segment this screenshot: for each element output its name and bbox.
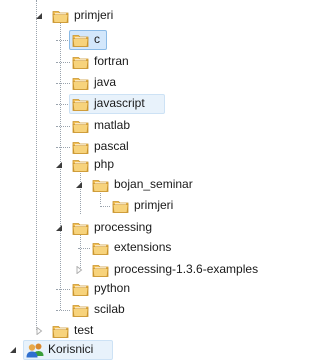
expand-toggle[interactable] <box>74 265 84 275</box>
folder-icon <box>72 223 89 235</box>
folder-icon <box>72 35 89 47</box>
tree-node-label: fortran <box>94 54 129 68</box>
collapse-toggle[interactable] <box>54 160 64 170</box>
collapse-toggle[interactable] <box>34 11 44 21</box>
tree-node[interactable]: pascal <box>0 137 281 157</box>
folder-icon <box>72 157 90 173</box>
folder-icon <box>72 118 90 134</box>
folder-tree: primjeri c fortran java javascript matlab pasc… <box>0 0 281 360</box>
folder-icon <box>72 96 90 112</box>
folder-icon <box>72 32 90 48</box>
tree-node[interactable]: primjeri <box>0 6 281 26</box>
collapse-toggle[interactable] <box>74 180 84 190</box>
folder-icon <box>72 302 90 318</box>
tree-node[interactable]: matlab <box>0 116 281 136</box>
collapsed-triangle-icon <box>36 327 43 335</box>
folder-icon <box>72 75 90 91</box>
tree-node[interactable]: Korisnici <box>0 340 281 360</box>
folder-icon <box>52 11 69 23</box>
tree-node-label: pascal <box>94 139 129 153</box>
tree-node[interactable]: scilab <box>0 300 281 320</box>
folder-icon <box>72 78 89 90</box>
folder-icon <box>72 99 89 111</box>
tree-node-label: extensions <box>114 240 172 254</box>
tree-node-label: c <box>94 32 100 46</box>
users-icon <box>26 342 44 358</box>
folder-icon <box>72 220 90 236</box>
expanded-triangle-icon <box>56 162 62 168</box>
folder-icon <box>72 160 89 172</box>
tree-node[interactable]: c <box>0 30 281 50</box>
expanded-triangle-icon <box>76 182 82 188</box>
folder-icon <box>52 8 70 24</box>
folder-icon <box>92 177 110 193</box>
tree-node-label: bojan_seminar <box>114 177 193 191</box>
folder-icon <box>92 180 109 192</box>
expanded-triangle-icon <box>36 13 42 19</box>
folder-icon <box>72 281 90 297</box>
folder-icon <box>92 265 109 277</box>
folder-icon <box>52 323 70 339</box>
tree-node-label: python <box>94 281 131 295</box>
tree-node-label: java <box>94 75 117 89</box>
tree-node-label: processing <box>94 220 153 234</box>
tree-node-label: javascript <box>94 96 145 110</box>
tree-node-label: test <box>74 323 94 337</box>
folder-icon <box>72 284 89 296</box>
tree-node-label: primjeri <box>74 8 114 22</box>
folder-icon <box>92 262 110 278</box>
tree-node[interactable]: processing-1.3.6-examples <box>0 260 281 280</box>
tree-node[interactable]: fortran <box>0 52 281 72</box>
tree-node-label: scilab <box>94 302 125 316</box>
expanded-triangle-icon <box>10 347 16 353</box>
tree-node[interactable]: javascript <box>0 94 281 114</box>
folder-icon <box>72 57 89 69</box>
tree-node[interactable]: java <box>0 73 281 93</box>
folder-icon <box>52 326 69 338</box>
tree-node[interactable]: processing <box>0 218 281 238</box>
expanded-triangle-icon <box>56 225 62 231</box>
collapsed-triangle-icon <box>76 266 83 274</box>
tree-node[interactable]: test <box>0 321 281 341</box>
folder-icon <box>92 243 109 255</box>
collapse-toggle[interactable] <box>54 223 64 233</box>
tree-node-label: Korisnici <box>48 342 94 356</box>
expand-toggle[interactable] <box>34 326 44 336</box>
tree-node[interactable]: extensions <box>0 238 281 258</box>
folder-icon <box>112 201 129 213</box>
tree-node[interactable]: python <box>0 279 281 299</box>
folder-icon <box>72 139 90 155</box>
folder-icon <box>92 240 110 256</box>
folder-icon <box>72 121 89 133</box>
folder-icon <box>72 54 90 70</box>
tree-node[interactable]: php <box>0 155 281 175</box>
users-icon <box>26 343 44 358</box>
folder-icon <box>112 198 130 214</box>
tree-node[interactable]: bojan_seminar <box>0 175 281 195</box>
tree-node[interactable]: primjeri <box>0 196 281 216</box>
tree-node-label: primjeri <box>134 198 174 212</box>
collapse-toggle[interactable] <box>8 345 18 355</box>
folder-icon <box>72 305 89 317</box>
tree-node-label: processing-1.3.6-examples <box>114 262 259 276</box>
folder-icon <box>72 142 89 154</box>
tree-node-label: matlab <box>94 118 131 132</box>
tree-node-label: php <box>94 157 115 171</box>
